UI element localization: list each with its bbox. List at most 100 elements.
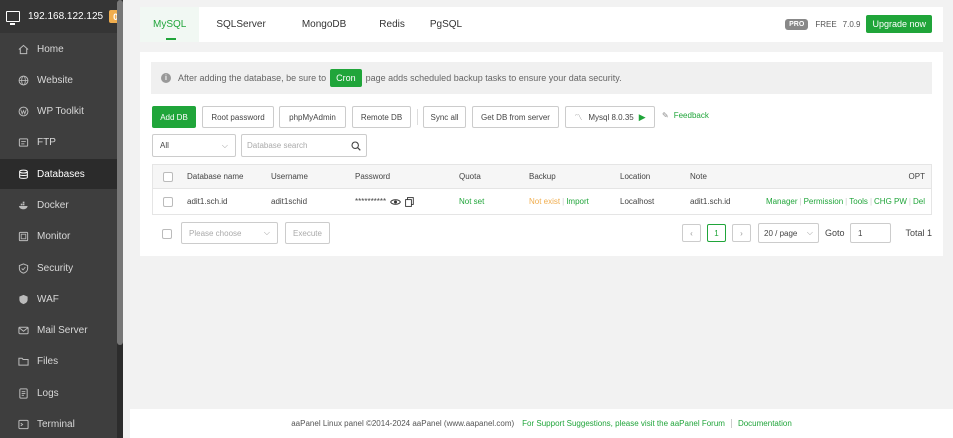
sidebar-scrollbar-thumb[interactable] xyxy=(117,0,123,345)
permission-link[interactable]: Permission xyxy=(804,197,844,206)
phpmyadmin-button[interactable]: phpMyAdmin xyxy=(279,106,346,128)
tab-mongodb[interactable]: MongoDB xyxy=(279,7,359,42)
tab-mysql[interactable]: MySQL xyxy=(140,7,200,42)
server-header[interactable]: 192.168.122.125 0 xyxy=(0,0,123,33)
docker-icon xyxy=(18,200,29,211)
tab-pgsql[interactable]: PgSQL xyxy=(418,7,475,42)
play-icon: ▶ xyxy=(638,111,646,122)
sidebar-item-terminal[interactable]: Terminal xyxy=(0,409,117,438)
copy-icon[interactable] xyxy=(405,196,414,207)
sidebar-item-security[interactable]: Security xyxy=(0,253,117,283)
sidebar-item-ftp[interactable]: FTP xyxy=(0,127,117,157)
backup-status[interactable]: Not exist xyxy=(529,197,560,206)
header-database-name[interactable]: Database name xyxy=(187,172,243,181)
manager-link[interactable]: Manager xyxy=(766,197,798,206)
sidebar-item-label: Logs xyxy=(37,387,59,399)
db-note[interactable]: adit1.sch.id xyxy=(690,197,730,206)
batch-select-checkbox[interactable] xyxy=(162,229,172,239)
eye-icon[interactable] xyxy=(390,198,402,206)
sidebar-item-label: Databases xyxy=(37,168,85,180)
forum-link[interactable]: For Support Suggestions, please visit th… xyxy=(522,419,725,428)
sync-all-button[interactable]: Sync all xyxy=(423,106,466,128)
sidebar-item-files[interactable]: Files xyxy=(0,346,117,376)
database-search-input[interactable] xyxy=(247,141,347,150)
header-username: Username xyxy=(271,172,308,181)
page-footer: aaPanel Linux panel ©2014-2024 aaPanel (… xyxy=(130,409,953,438)
table-row: adit1.sch.id adit1schid ********** Not s… xyxy=(153,189,931,214)
add-db-button[interactable]: Add DB xyxy=(152,106,196,128)
sidebar-item-monitor[interactable]: Monitor xyxy=(0,221,117,251)
get-db-from-server-button[interactable]: Get DB from server xyxy=(472,106,559,128)
execute-button[interactable]: Execute xyxy=(285,222,330,244)
header-password: Password xyxy=(355,172,391,181)
sidebar-scrollbar[interactable] xyxy=(117,0,123,438)
computer-icon xyxy=(6,11,20,25)
import-link[interactable]: Import xyxy=(566,197,589,206)
sidebar-item-wp-toolkit[interactable]: WP Toolkit xyxy=(0,96,117,126)
header-opt: OPT xyxy=(908,172,925,181)
home-icon xyxy=(18,44,29,55)
row-checkbox[interactable] xyxy=(163,196,173,207)
sidebar-item-databases[interactable]: Databases xyxy=(0,159,117,189)
sidebar-item-docker[interactable]: Docker xyxy=(0,190,117,220)
goto-page-input[interactable]: 1 xyxy=(850,223,891,243)
database-filter-select[interactable]: All ⌵ xyxy=(152,134,236,157)
notice-text-end: page adds scheduled backup tasks to ensu… xyxy=(365,73,622,83)
mysql-version-button[interactable]: 〽 Mysql 8.0.35 ▶ xyxy=(565,106,655,128)
quota-link[interactable]: Not set xyxy=(459,197,484,206)
header-quota: Quota xyxy=(459,172,481,181)
terminal-icon xyxy=(18,419,29,430)
delete-link[interactable]: Del xyxy=(913,197,925,206)
total-count: Total 1 xyxy=(905,228,932,238)
tab-redis[interactable]: Redis xyxy=(359,7,418,42)
change-password-link[interactable]: CHG PW xyxy=(874,197,907,206)
tools-link[interactable]: Tools xyxy=(849,197,868,206)
divider: | xyxy=(845,197,848,206)
prev-page-button[interactable]: ‹ xyxy=(682,224,701,242)
tab-sqlserver[interactable]: SQLServer xyxy=(199,7,278,42)
version-info: PRO FREE 7.0.9 Upgrade now xyxy=(785,15,932,33)
header-location: Location xyxy=(620,172,651,181)
info-icon: i xyxy=(161,73,171,83)
cron-link-button[interactable]: Cron xyxy=(330,69,362,87)
backup-notice: i After adding the database, be sure to … xyxy=(151,62,932,94)
select-all-checkbox[interactable] xyxy=(163,171,173,182)
per-page-select[interactable]: 20 / page ⌵ xyxy=(758,223,819,243)
sidebar-item-label: WP Toolkit xyxy=(37,105,84,117)
waf-shield-icon xyxy=(18,294,29,305)
panel-version: 7.0.9 xyxy=(842,19,861,29)
backup-cell: Not exist | Import xyxy=(529,197,589,206)
sidebar-item-home[interactable]: Home xyxy=(0,34,117,64)
row-actions: Manager | Permission | Tools | CHG PW | Del xyxy=(766,197,925,206)
database-search-box xyxy=(241,134,367,157)
database-icon xyxy=(18,169,29,180)
sidebar-item-logs[interactable]: Logs xyxy=(0,378,117,408)
copyright-text: aaPanel Linux panel ©2014-2024 aaPanel (… xyxy=(291,419,515,428)
search-icon[interactable] xyxy=(351,140,361,151)
table-footer: Please choose ⌵ Execute ‹ 1 › 20 / page … xyxy=(152,222,932,246)
sidebar-item-label: Docker xyxy=(37,199,69,211)
sidebar-item-website[interactable]: Website xyxy=(0,65,117,95)
sidebar-item-label: Home xyxy=(37,43,64,55)
sidebar-item-label: Security xyxy=(37,262,74,274)
password-mask: ********** xyxy=(355,197,387,206)
server-ip: 192.168.122.125 xyxy=(28,11,104,22)
db-name[interactable]: adit1.sch.id xyxy=(187,197,227,206)
upgrade-button[interactable]: Upgrade now xyxy=(866,15,932,33)
page-1-button[interactable]: 1 xyxy=(707,224,726,242)
sidebar-item-mail-server[interactable]: Mail Server xyxy=(0,315,117,345)
feedback-icon: ✎ xyxy=(662,111,669,120)
folder-icon xyxy=(18,356,29,367)
next-page-button[interactable]: › xyxy=(732,224,751,242)
root-password-button[interactable]: Root password xyxy=(202,106,274,128)
db-username: adit1schid xyxy=(271,197,308,206)
documentation-link[interactable]: Documentation xyxy=(738,419,792,428)
chevron-down-icon: ⌵ xyxy=(263,228,270,237)
per-page-value: 20 / page xyxy=(764,228,798,238)
feedback-link[interactable]: ✎ Feedback xyxy=(662,111,709,120)
notice-text: After adding the database, be sure to xyxy=(178,73,327,83)
batch-action-select[interactable]: Please choose ⌵ xyxy=(181,222,278,244)
divider: | xyxy=(869,197,873,206)
sidebar-item-waf[interactable]: WAF xyxy=(0,284,117,314)
remote-db-button[interactable]: Remote DB xyxy=(352,106,411,128)
